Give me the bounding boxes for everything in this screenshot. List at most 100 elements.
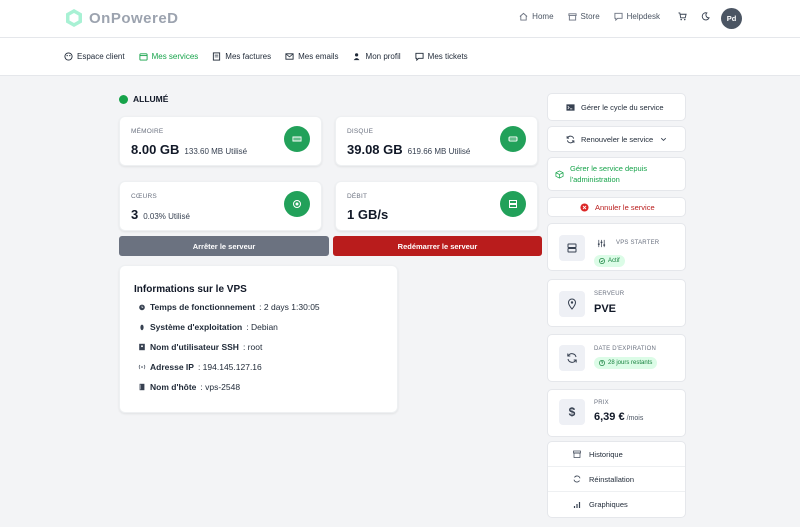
tab-mes-tickets[interactable]: Mes tickets xyxy=(415,52,468,61)
message-icon xyxy=(415,52,424,61)
nav-home[interactable]: Home xyxy=(519,12,554,21)
tab-mes-emails[interactable]: Mes emails xyxy=(285,52,339,61)
status-badge: Actif xyxy=(594,255,625,267)
linux-icon xyxy=(140,324,144,331)
disk-card: DISQUE 39.08 GB 619.66 MB Utilisé xyxy=(335,116,538,166)
nav-store[interactable]: Store xyxy=(567,12,600,21)
hostname-row: Nom d'hôte : vps-2548 xyxy=(138,382,240,392)
manage-lifecycle-label: Gérer le cycle du service xyxy=(581,102,664,112)
check-circle-icon xyxy=(599,258,605,264)
cores-usage: 0.03% Utilisé xyxy=(143,212,190,221)
ip-value: : 194.145.127.16 xyxy=(197,362,262,372)
broadcast-icon xyxy=(138,364,146,370)
server-card: SERVEUR PVE xyxy=(547,279,686,327)
terminal-icon xyxy=(566,103,575,111)
alarm-clock-icon xyxy=(139,304,145,311)
days-remaining-label: 28 jours restants xyxy=(608,360,653,366)
cart-button[interactable] xyxy=(678,12,687,21)
tab-mes-factures[interactable]: Mes factures xyxy=(212,52,271,61)
tab-label: Mon profil xyxy=(365,52,401,61)
os-value: : Debian xyxy=(246,322,278,332)
sliders-icon xyxy=(597,239,606,248)
tab-espace-client[interactable]: Espace client xyxy=(64,52,125,61)
server-stack-icon xyxy=(559,235,585,261)
menu-item-label: Graphiques xyxy=(589,500,628,509)
menu-item-label: Réinstallation xyxy=(589,474,635,484)
cube-icon xyxy=(555,169,564,179)
brand-name: OnPowereD xyxy=(89,9,179,27)
tab-label: Espace client xyxy=(77,52,125,61)
status-label: ALLUMÉ xyxy=(133,94,169,104)
disk-label: DISQUE xyxy=(347,128,374,135)
renew-service-label: Renouveler le service xyxy=(581,134,654,144)
chevron-down-icon xyxy=(661,137,667,141)
uptime-value: : 2 days 1:30:05 xyxy=(259,302,320,312)
memory-usage: 133.60 MB Utilisé xyxy=(184,147,248,156)
cancel-service-button[interactable]: Annuler le service xyxy=(547,197,686,217)
memory-label: MÉMOIRE xyxy=(131,128,164,135)
stop-server-button[interactable]: Arrêter le serveur xyxy=(119,236,329,256)
memory-icon xyxy=(284,126,310,152)
ssh-value: : root xyxy=(242,342,263,352)
mail-icon xyxy=(285,53,294,60)
tab-label: Mes factures xyxy=(225,52,272,61)
refresh-icon xyxy=(573,475,581,483)
bandwidth-card: DÉBIT 1 GB/s xyxy=(335,181,538,231)
admin-manage-label: Gérer le service depuis l'administration xyxy=(570,164,648,184)
manage-lifecycle-button[interactable]: Gérer le cycle du service xyxy=(547,93,686,121)
admin-manage-button[interactable]: Gérer le service depuis l'administration xyxy=(547,157,686,191)
server-status: ALLUMÉ xyxy=(119,94,168,104)
ip-row: Adresse IP : 194.145.127.16 xyxy=(138,362,262,372)
cores-value: 3 xyxy=(131,207,139,222)
days-remaining-badge: 28 jours restants xyxy=(594,357,658,369)
chat-icon xyxy=(614,12,623,21)
nav-helpdesk-label: Helpdesk xyxy=(626,12,660,21)
menu-item-reinstallation[interactable]: Réinstallation xyxy=(548,467,685,492)
uptime-row: Temps de fonctionnement : 2 days 1:30:05 xyxy=(138,302,320,312)
client-nav: Espace client Mes services Mes factures … xyxy=(0,38,800,76)
price-value: 6,39 € xyxy=(594,411,625,423)
cores-label: CŒURS xyxy=(131,193,157,200)
question-circle-icon xyxy=(599,360,605,366)
disk-value: 39.08 GB xyxy=(347,142,403,157)
hostname-value: : vps-2548 xyxy=(200,382,241,392)
dollar-icon: $ xyxy=(559,399,585,425)
moon-icon xyxy=(701,12,710,21)
hostname-label: Nom d'hôte xyxy=(150,382,197,392)
nav-home-label: Home xyxy=(532,12,554,21)
nav-helpdesk[interactable]: Helpdesk xyxy=(614,12,660,21)
menu-item-historique[interactable]: Historique xyxy=(548,442,685,467)
hexagon-logo-icon xyxy=(66,9,82,27)
renew-service-button[interactable]: Renouveler le service xyxy=(547,126,686,152)
nav-store-label: Store xyxy=(580,12,600,21)
home-icon xyxy=(519,12,528,21)
ip-label: Adresse IP xyxy=(150,362,194,372)
book-icon xyxy=(139,383,145,391)
top-bar: OnPowereD Home Store Helpdesk Pd xyxy=(0,0,800,38)
ssh-label: Nom d'utilisateur SSH xyxy=(150,342,239,352)
disk-usage: 619.66 MB Utilisé xyxy=(407,147,471,156)
server-icon xyxy=(500,191,526,217)
refresh-icon xyxy=(559,345,585,371)
tab-mon-profil[interactable]: Mon profil xyxy=(353,52,401,61)
service-menu: Historique Réinstallation Graphiques xyxy=(547,441,686,518)
menu-item-graphiques[interactable]: Graphiques xyxy=(548,492,685,517)
server-value: PVE xyxy=(594,303,617,315)
top-nav: Home Store Helpdesk xyxy=(519,12,710,21)
theme-toggle-button[interactable] xyxy=(701,12,710,21)
brand-logo[interactable]: OnPowereD xyxy=(64,8,179,28)
memory-card: MÉMOIRE 8.00 GB 133.60 MB Utilisé xyxy=(119,116,322,166)
tab-mes-services[interactable]: Mes services xyxy=(139,52,198,61)
tab-label: Mes tickets xyxy=(427,52,468,61)
vps-info-card: Informations sur le VPS Temps de fonctio… xyxy=(119,265,398,413)
price-label: PRIX xyxy=(594,400,609,406)
restart-server-button[interactable]: Redémarrer le serveur xyxy=(333,236,542,256)
services-icon xyxy=(139,53,148,61)
bar-chart-icon xyxy=(573,501,581,508)
x-circle-icon xyxy=(580,202,589,212)
price-card: $ PRIX 6,39 € /mois xyxy=(547,389,686,437)
cart-icon xyxy=(678,12,687,21)
avatar[interactable]: Pd xyxy=(721,8,742,29)
archive-icon xyxy=(573,450,581,458)
bandwidth-value: 1 GB/s xyxy=(347,207,389,222)
